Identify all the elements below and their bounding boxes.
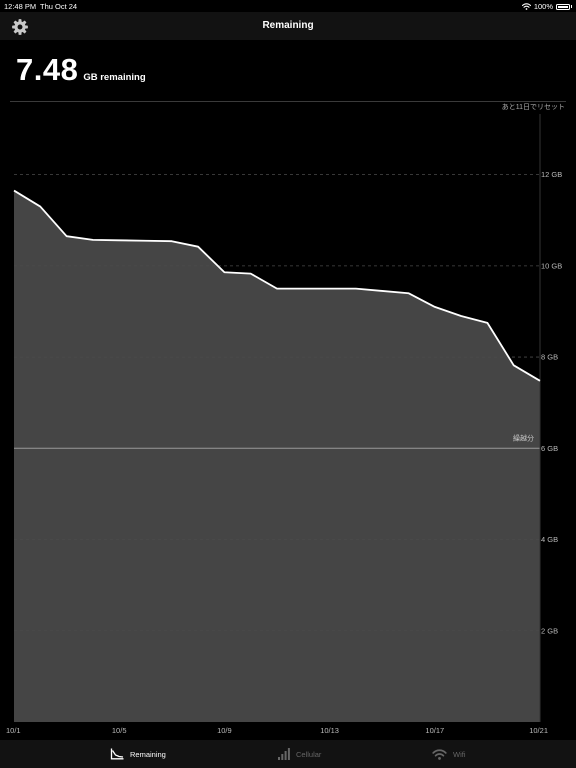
x-tick-label: 10/17 [425, 726, 444, 734]
tab-wifi-label: Wifi [453, 749, 466, 759]
reset-note: あと11日でリセット [501, 104, 565, 111]
x-tick-label: 10/5 [112, 726, 127, 734]
reference-line-label: 繰越分 [513, 433, 534, 442]
x-tick-label: 10/9 [217, 726, 232, 734]
y-tick-label: 10 GB [541, 261, 562, 270]
wifi-status-icon [521, 3, 531, 10]
page-title: Remaining [262, 20, 314, 31]
status-indicators: 100% [521, 2, 572, 11]
tab-wifi[interactable]: Wifi [432, 740, 466, 768]
tab-cellular[interactable]: Cellular [278, 740, 321, 768]
status-date: Thu Oct 24 [40, 2, 78, 11]
tab-bar: Remaining Cellular Wifi [0, 740, 576, 768]
area-chart-icon [110, 748, 124, 760]
area-fill [14, 190, 540, 722]
battery-tip [571, 5, 572, 8]
summary-divider [10, 101, 566, 102]
status-time: 12:48 PM [4, 2, 37, 11]
y-tick-label: 6 GB [541, 444, 558, 453]
y-tick-label: 2 GB [541, 626, 558, 635]
navigation-bar: Remaining [0, 12, 576, 40]
battery-percent: 100% [533, 2, 553, 11]
tab-cellular-label: Cellular [296, 749, 322, 759]
status-bar: 12:48 PM Thu Oct 24 100% [0, 0, 576, 12]
y-tick-label: 8 GB [541, 353, 558, 362]
remaining-value: 7.48 [16, 52, 79, 87]
remaining-unit: GB remaining [83, 72, 146, 83]
remaining-summary: 7.48 GB remaining [16, 52, 146, 88]
battery-icon [556, 3, 570, 10]
tab-remaining-label: Remaining [130, 749, 166, 759]
tab-remaining[interactable]: Remaining [110, 740, 166, 768]
remaining-chart: 2 GB 4 GB 6 GB 8 GB 10 GB 12 GB 繰越分 10/1 10/5 10/… [6, 114, 562, 734]
x-tick-label: 10/13 [320, 726, 339, 734]
y-tick-label: 4 GB [541, 535, 558, 544]
x-tick-label: 10/21 [529, 726, 548, 734]
cellular-bars-icon [278, 748, 290, 760]
wifi-icon [432, 748, 447, 760]
x-tick-label: 10/1 [6, 726, 21, 734]
y-tick-label: 12 GB [541, 170, 562, 179]
